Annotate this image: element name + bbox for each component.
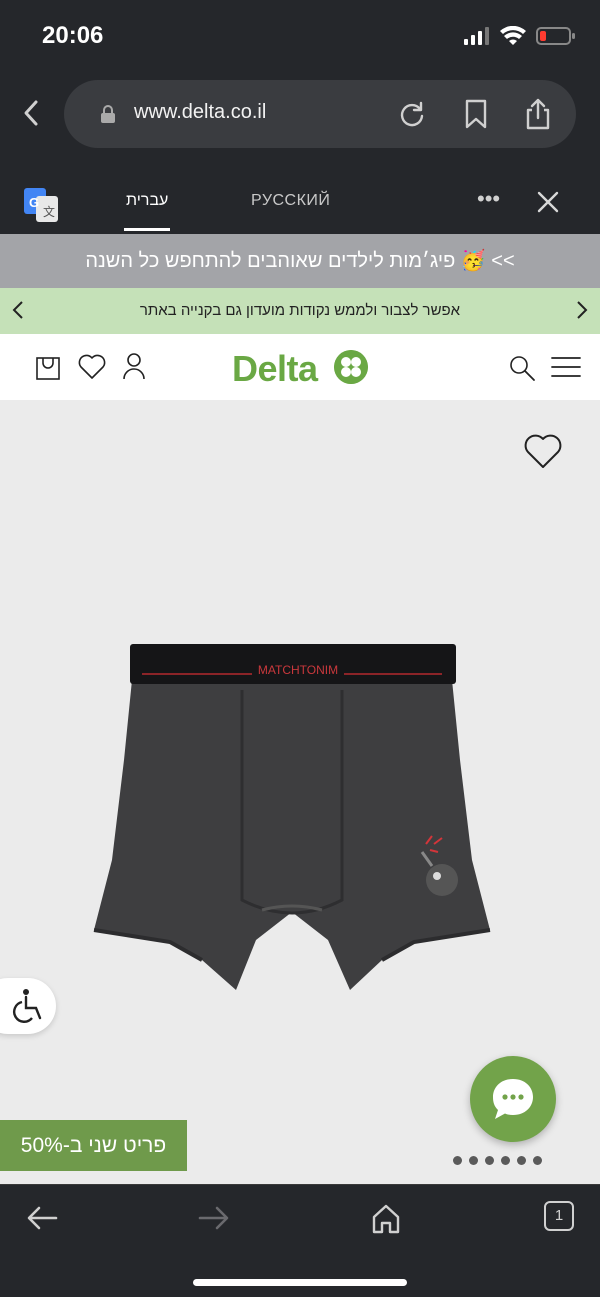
browser-bottom-bar: 1 [0, 1184, 600, 1297]
home-icon[interactable] [366, 1201, 406, 1235]
search-icon[interactable] [508, 354, 536, 382]
user-icon[interactable] [122, 352, 146, 380]
google-translate-icon[interactable]: G 文 [24, 188, 58, 222]
reload-icon[interactable] [396, 98, 428, 130]
accessibility-button[interactable] [0, 978, 56, 1034]
carousel-dots [453, 1156, 542, 1165]
tab-hebrew[interactable]: עברית [126, 192, 168, 210]
svg-text:文: 文 [43, 204, 55, 219]
status-icons [464, 26, 576, 46]
discount-badge: פריט שני ב-50% [0, 1120, 187, 1171]
tabs-button[interactable]: 1 [544, 1201, 574, 1231]
carousel-dot[interactable] [485, 1156, 494, 1165]
forward-arrow-icon[interactable] [194, 1201, 234, 1235]
translate-more-button[interactable]: ••• [477, 186, 500, 212]
translate-bar: G 文 עברית РУССКИЙ ••• [0, 172, 600, 234]
status-time: 20:06 [42, 22, 104, 49]
status-bar: 20:06 [0, 0, 600, 72]
heart-icon[interactable] [78, 354, 106, 380]
carousel-dot[interactable] [533, 1156, 542, 1165]
delta-logo[interactable]: Delta [232, 348, 318, 390]
promo-banner[interactable]: פיג׳מות לילדים שאוהבים להתחפש כל השנה 🥳 … [0, 234, 600, 288]
chat-button[interactable] [470, 1056, 556, 1142]
club-points-bar: אפשר לצבור ולממש נקודות מועדון גם בקנייה… [0, 288, 600, 334]
tab-hebrew-indicator [124, 228, 170, 231]
chat-bubble-icon [493, 1079, 533, 1119]
menu-icon[interactable] [551, 356, 581, 378]
svg-text:G: G [29, 195, 39, 210]
waistband-text: MATCHTONIM [258, 663, 338, 677]
home-indicator [193, 1279, 407, 1286]
close-icon[interactable] [536, 190, 560, 214]
back-arrow-icon[interactable] [22, 1201, 62, 1235]
wheelchair-icon [13, 989, 42, 1023]
carousel-dot[interactable] [517, 1156, 526, 1165]
lock-icon [101, 105, 115, 123]
carousel-dot[interactable] [453, 1156, 462, 1165]
tabs-count: 1 [554, 1207, 564, 1224]
carousel-dot[interactable] [501, 1156, 510, 1165]
chevron-left-icon[interactable] [12, 300, 24, 320]
carousel-dot[interactable] [469, 1156, 478, 1165]
back-chevron-icon[interactable] [18, 96, 46, 130]
product-gallery[interactable]: MATCHTONIM פריט שני ב-50% [0, 400, 600, 1184]
url-text: www.delta.co.il [134, 101, 267, 123]
club-points-text: אפשר לצבור ולממש נקודות מועדון גם בקנייה… [139, 302, 461, 319]
site-header: Delta [0, 334, 600, 400]
share-icon[interactable] [522, 98, 554, 130]
signal-icon [464, 27, 489, 45]
address-bar[interactable]: www.delta.co.il [64, 80, 576, 148]
browser-url-area: www.delta.co.il [0, 72, 600, 172]
chevron-right-icon[interactable] [576, 300, 588, 320]
product-image[interactable]: MATCHTONIM [92, 640, 492, 1000]
clover-logo-icon [334, 350, 368, 384]
cart-icon[interactable] [36, 354, 60, 380]
add-to-wishlist-icon[interactable] [524, 434, 562, 470]
tab-russian[interactable]: РУССКИЙ [251, 192, 330, 210]
wifi-icon [500, 26, 526, 45]
bookmark-icon[interactable] [460, 98, 492, 130]
battery-icon [536, 27, 575, 45]
